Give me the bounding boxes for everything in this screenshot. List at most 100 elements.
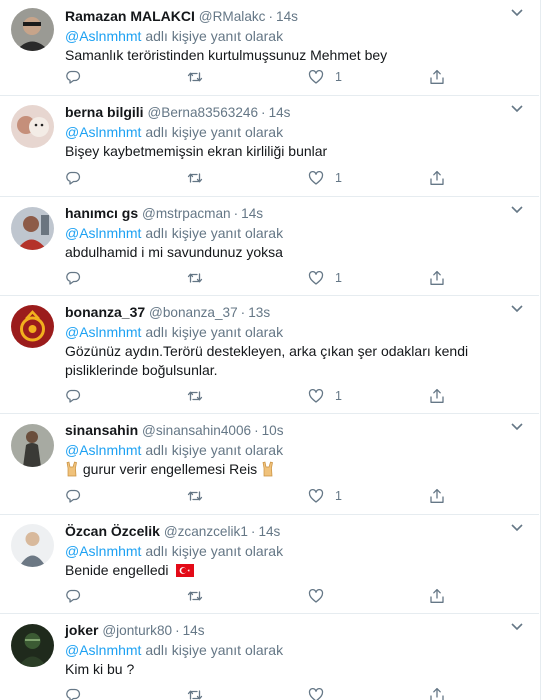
tweet-item[interactable]: Ramazan MALAKCI @RMalakc · 14s @Aslnmhmt a… [0, 0, 539, 96]
like-button[interactable]: 1 [308, 487, 342, 505]
author-name[interactable]: sinansahin [65, 422, 138, 438]
chevron-down-icon[interactable] [510, 422, 524, 432]
reply-button[interactable] [65, 387, 81, 405]
retweet-button[interactable] [187, 68, 203, 86]
tweet-actions [65, 686, 465, 700]
chevron-down-icon[interactable] [510, 523, 524, 533]
reply-suffix: adlı kişiye yanıt olarak [145, 442, 284, 458]
like-button[interactable]: 1 [308, 68, 342, 86]
tweet-header: Özcan Özcelik @zcanzcelik1 · 14s [65, 522, 280, 540]
tweet-item[interactable]: joker @jonturk80 · 14s @Aslnmhmt adlı kişi… [0, 614, 539, 700]
retweet-button[interactable] [187, 169, 203, 187]
author-name[interactable]: Özcan Özcelik [65, 523, 160, 539]
tweet-text-container: gurur verir engellemesi Reis [65, 460, 530, 479]
avatar[interactable] [11, 105, 54, 148]
tweet-actions: 1 [65, 269, 465, 289]
retweet-button[interactable] [187, 587, 203, 605]
tweet-text: Benide engelledi [65, 562, 169, 578]
timestamp[interactable]: 14s [276, 9, 298, 24]
share-button[interactable] [429, 387, 445, 405]
like-count: 1 [335, 489, 342, 503]
chevron-down-icon[interactable] [510, 104, 524, 114]
author-name[interactable]: bonanza_37 [65, 304, 145, 320]
timestamp[interactable]: 14s [183, 623, 205, 638]
tweet-item[interactable]: bonanza_37 @bonanza_37 · 13s @Aslnmhmt adl… [0, 296, 539, 414]
avatar[interactable] [11, 305, 54, 348]
author-handle[interactable]: @Berna83563246 [147, 105, 258, 120]
reply-context: @Aslnmhmt adlı kişiye yanıt olarak [65, 27, 283, 45]
reply-icon [66, 271, 81, 285]
like-button[interactable] [308, 686, 335, 700]
author-name[interactable]: berna bilgili [65, 104, 144, 120]
author-name[interactable]: Ramazan MALAKCI [65, 8, 195, 24]
like-button[interactable]: 1 [308, 169, 342, 187]
chevron-down-icon[interactable] [510, 622, 524, 632]
timestamp[interactable]: 14s [269, 105, 291, 120]
retweet-button[interactable] [187, 269, 203, 287]
retweet-icon [187, 173, 203, 183]
chevron-down-icon[interactable] [510, 304, 524, 314]
share-button[interactable] [429, 587, 445, 605]
tweet-item[interactable]: sinansahin @sinansahin4006 · 10s @Aslnmhmt… [0, 414, 539, 515]
reply-mention[interactable]: @Aslnmhmt [65, 324, 141, 340]
retweet-button[interactable] [187, 686, 203, 700]
timestamp[interactable]: 10s [262, 423, 284, 438]
author-name[interactable]: hanımcı gs [65, 205, 138, 221]
tweet-item[interactable]: berna bilgili @Berna83563246 · 14s @Aslnmh… [0, 96, 539, 197]
share-button[interactable] [429, 169, 445, 187]
reply-button[interactable] [65, 169, 81, 187]
author-handle[interactable]: @RMalakc [199, 9, 266, 24]
reply-button[interactable] [65, 269, 81, 287]
share-button[interactable] [429, 487, 445, 505]
chevron-down-icon[interactable] [510, 205, 524, 215]
reply-mention[interactable]: @Aslnmhmt [65, 28, 141, 44]
author-handle[interactable]: @mstrpacman [142, 206, 231, 221]
heart-icon [308, 488, 324, 503]
reply-mention[interactable]: @Aslnmhmt [65, 225, 141, 241]
reply-button[interactable] [65, 487, 81, 505]
heart-icon [308, 687, 324, 700]
timestamp[interactable]: 14s [258, 524, 280, 539]
chevron-down-icon[interactable] [510, 8, 524, 18]
reply-mention[interactable]: @Aslnmhmt [65, 442, 141, 458]
reply-icon [66, 489, 81, 503]
reply-context: @Aslnmhmt adlı kişiye yanıt olarak [65, 224, 283, 242]
avatar[interactable] [11, 207, 54, 250]
avatar[interactable] [11, 424, 54, 467]
separator-dot: · [240, 305, 246, 320]
author-name[interactable]: joker [65, 622, 98, 638]
avatar[interactable] [11, 624, 54, 667]
reply-button[interactable] [65, 68, 81, 86]
retweet-button[interactable] [187, 387, 203, 405]
reply-button[interactable] [65, 686, 81, 700]
share-button[interactable] [429, 269, 445, 287]
timestamp[interactable]: 14s [241, 206, 263, 221]
heart-icon [308, 270, 324, 285]
author-handle[interactable]: @bonanza_37 [149, 305, 238, 320]
like-button[interactable] [308, 587, 335, 605]
like-button[interactable]: 1 [308, 269, 342, 287]
tweet-item[interactable]: Özcan Özcelik @zcanzcelik1 · 14s @Aslnmhmt… [0, 515, 539, 614]
author-handle[interactable]: @jonturk80 [102, 623, 172, 638]
avatar[interactable] [11, 524, 54, 567]
author-handle[interactable]: @sinansahin4006 [142, 423, 251, 438]
share-button[interactable] [429, 686, 445, 700]
like-button[interactable]: 1 [308, 387, 342, 405]
separator-dot: · [268, 9, 274, 24]
timestamp[interactable]: 13s [248, 305, 270, 320]
tweet-actions: 1 [65, 169, 465, 189]
reply-button[interactable] [65, 587, 81, 605]
tweet-item[interactable]: hanımcı gs @mstrpacman · 14s @Aslnmhmt adl… [0, 197, 539, 296]
reply-mention[interactable]: @Aslnmhmt [65, 642, 141, 658]
like-count: 1 [335, 171, 342, 185]
retweet-icon [187, 690, 203, 700]
reply-mention[interactable]: @Aslnmhmt [65, 124, 141, 140]
share-button[interactable] [429, 68, 445, 86]
avatar[interactable] [11, 8, 54, 51]
reply-mention[interactable]: @Aslnmhmt [65, 543, 141, 559]
separator-dot: · [261, 105, 266, 120]
retweet-button[interactable] [187, 487, 203, 505]
reply-context: @Aslnmhmt adlı kişiye yanıt olarak [65, 123, 283, 141]
heart-icon [308, 588, 324, 603]
author-handle[interactable]: @zcanzcelik1 [164, 524, 248, 539]
